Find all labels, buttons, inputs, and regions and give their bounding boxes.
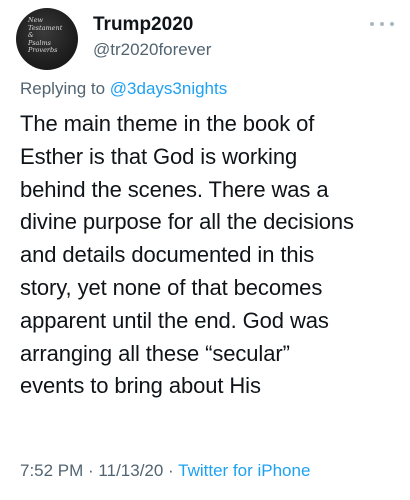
more-options-icon[interactable] (370, 18, 394, 30)
more-dot (380, 22, 384, 26)
more-dot (390, 22, 394, 26)
replying-to-label: Replying to (20, 79, 106, 98)
avatar[interactable]: New Testament & Psalms Proverbs (16, 8, 78, 70)
tweet-timestamp[interactable]: 7:52 PM · 11/13/20 · (20, 461, 174, 480)
tweet-source-link[interactable]: Twitter for iPhone (178, 461, 310, 480)
tweet-card: New Testament & Psalms Proverbs Trump202… (0, 0, 410, 500)
display-name[interactable]: Trump2020 (93, 14, 193, 36)
tweet-metadata: 7:52 PM · 11/13/20 · Twitter for iPhone (20, 461, 310, 481)
user-handle[interactable]: @tr2020forever (93, 40, 211, 60)
reply-mention-link[interactable]: @3days3nights (110, 79, 227, 98)
more-dot (370, 22, 374, 26)
avatar-bible-cover-text: New Testament & Psalms Proverbs (28, 16, 63, 54)
tweet-body-text: The main theme in the book of Esther is … (20, 111, 354, 399)
replying-to-line: Replying to @3days3nights (20, 79, 227, 99)
